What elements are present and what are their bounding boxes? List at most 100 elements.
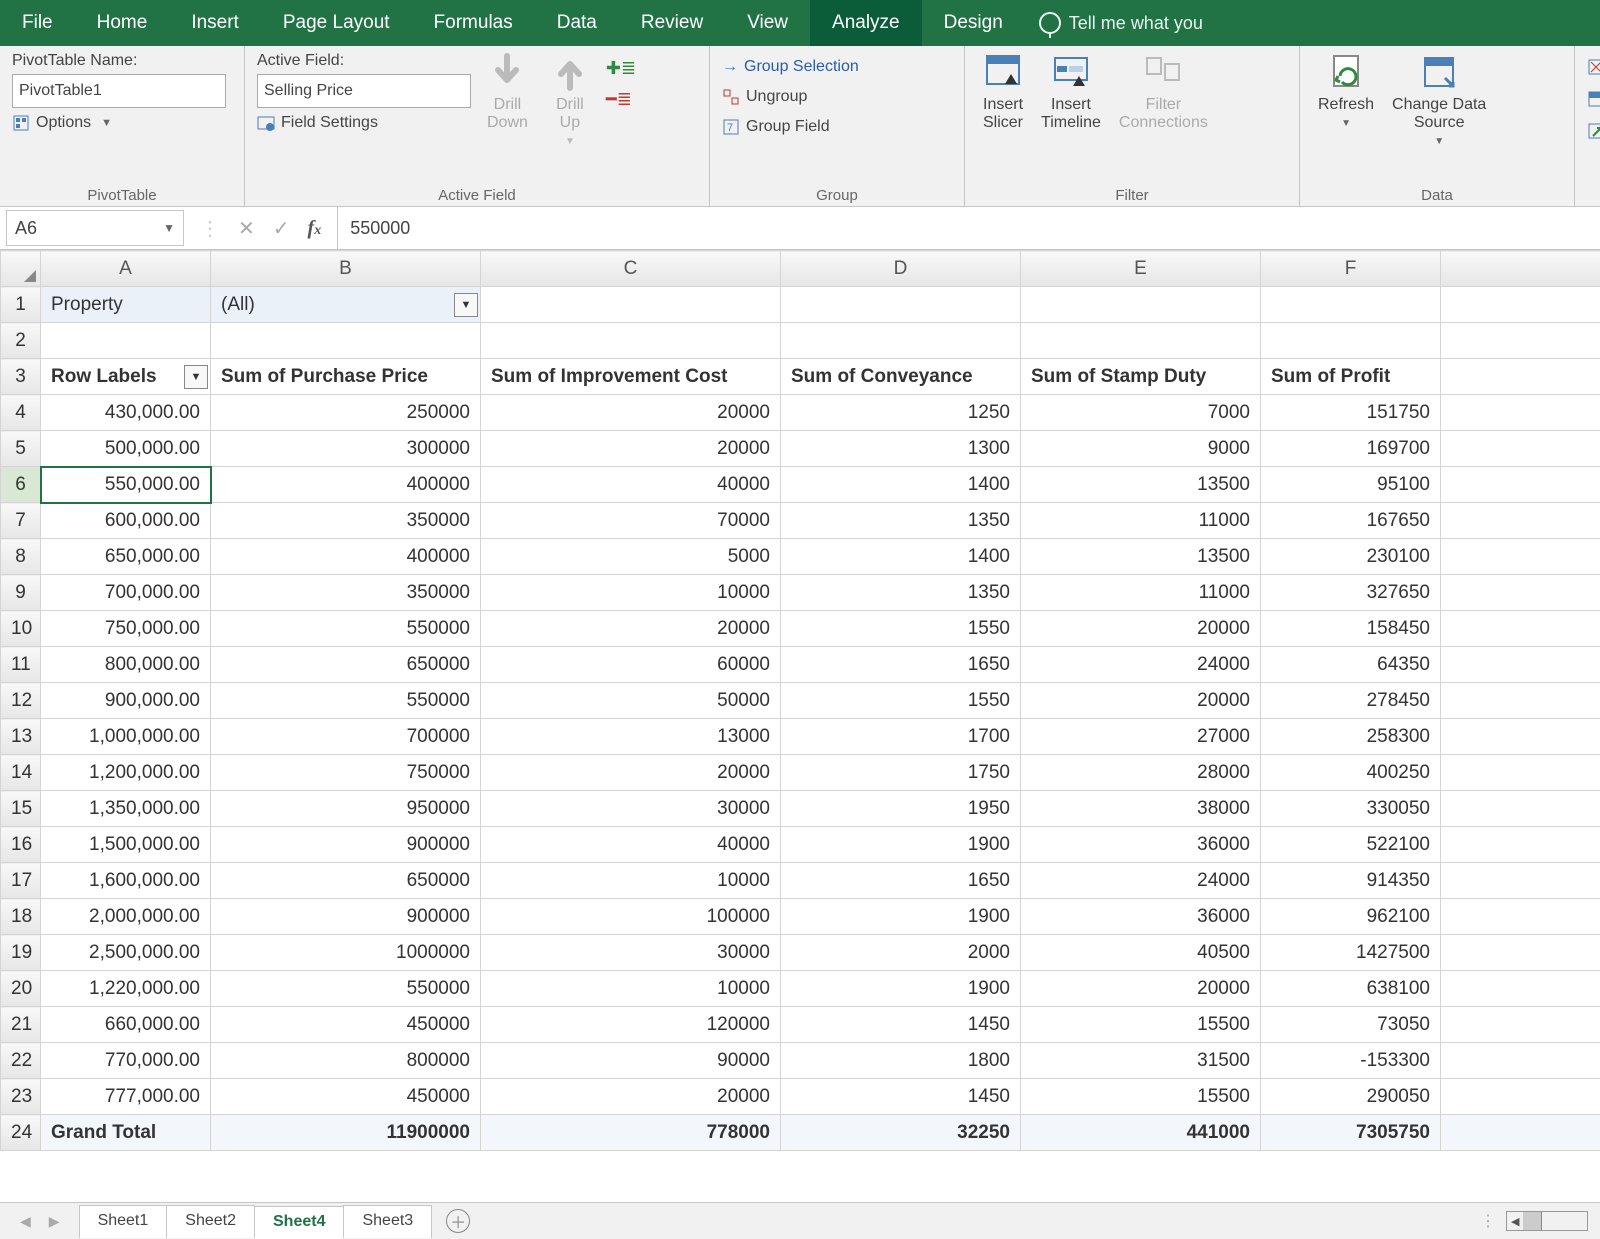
chevron-down-icon[interactable]: ▼	[163, 221, 175, 235]
tab-design[interactable]: Design	[922, 0, 1025, 46]
cell-F23[interactable]: 290050	[1261, 1079, 1441, 1115]
cell[interactable]	[1261, 287, 1441, 323]
cell-A21[interactable]: 660,000.00	[41, 1007, 211, 1043]
group-selection-button[interactable]: → Group Selection	[722, 56, 859, 78]
cell-C16[interactable]: 40000	[481, 827, 781, 863]
cell-B10[interactable]: 550000	[211, 611, 481, 647]
tab-view[interactable]: View	[725, 0, 810, 46]
select-all-corner[interactable]	[1, 251, 41, 287]
cell-E15[interactable]: 38000	[1021, 791, 1261, 827]
cell-F5[interactable]: 169700	[1261, 431, 1441, 467]
column-header-B[interactable]: B	[211, 251, 481, 287]
grand-total-f[interactable]: 7305750	[1261, 1115, 1441, 1151]
formula-input[interactable]: 550000	[338, 207, 1600, 249]
cell-D6[interactable]: 1400	[781, 467, 1021, 503]
cell-D18[interactable]: 1900	[781, 899, 1021, 935]
cell-B4[interactable]: 250000	[211, 395, 481, 431]
cell-E16[interactable]: 36000	[1021, 827, 1261, 863]
cell-B17[interactable]: 650000	[211, 863, 481, 899]
ungroup-button[interactable]: Ungroup	[722, 86, 807, 108]
cell-D22[interactable]: 1800	[781, 1043, 1021, 1079]
scroll-left-icon[interactable]: ◀	[1507, 1215, 1523, 1228]
cell-D19[interactable]: 2000	[781, 935, 1021, 971]
column-header-F[interactable]: F	[1261, 251, 1441, 287]
cell[interactable]	[781, 287, 1021, 323]
cell[interactable]	[1021, 287, 1261, 323]
cell-C19[interactable]: 30000	[481, 935, 781, 971]
cell-B9[interactable]: 350000	[211, 575, 481, 611]
grand-total-e[interactable]: 441000	[1021, 1115, 1261, 1151]
cell-E14[interactable]: 28000	[1021, 755, 1261, 791]
sheet-tab-Sheet3[interactable]: Sheet3	[343, 1205, 432, 1238]
tab-data[interactable]: Data	[535, 0, 619, 46]
cell-B6[interactable]: 400000	[211, 467, 481, 503]
cell-B5[interactable]: 300000	[211, 431, 481, 467]
cell-F15[interactable]: 330050	[1261, 791, 1441, 827]
cell-A11[interactable]: 800,000.00	[41, 647, 211, 683]
pivot-col-header[interactable]: Sum of Improvement Cost	[481, 359, 781, 395]
cell-B11[interactable]: 650000	[211, 647, 481, 683]
cell-C9[interactable]: 10000	[481, 575, 781, 611]
cell-E17[interactable]: 24000	[1021, 863, 1261, 899]
cell-F22[interactable]: -153300	[1261, 1043, 1441, 1079]
cell-B18[interactable]: 900000	[211, 899, 481, 935]
cell-C21[interactable]: 120000	[481, 1007, 781, 1043]
cell-D17[interactable]: 1650	[781, 863, 1021, 899]
row-header-23[interactable]: 23	[1, 1079, 41, 1115]
cell[interactable]	[481, 323, 781, 359]
tab-page-layout[interactable]: Page Layout	[261, 0, 412, 46]
nav-next-icon[interactable]: ▶	[49, 1213, 60, 1230]
cell-D21[interactable]: 1450	[781, 1007, 1021, 1043]
cell-D10[interactable]: 1550	[781, 611, 1021, 647]
row-header-12[interactable]: 12	[1, 683, 41, 719]
grand-total-c[interactable]: 778000	[481, 1115, 781, 1151]
cell-A23[interactable]: 777,000.00	[41, 1079, 211, 1115]
add-sheet-button[interactable]: ＋	[446, 1209, 470, 1233]
cell-B19[interactable]: 1000000	[211, 935, 481, 971]
cell-F19[interactable]: 1427500	[1261, 935, 1441, 971]
cell-F10[interactable]: 158450	[1261, 611, 1441, 647]
change-data-source-button[interactable]: Change Data Source ▼	[1386, 52, 1492, 147]
expand-field-icon[interactable]: ✚≣	[606, 58, 636, 79]
tab-formulas[interactable]: Formulas	[412, 0, 535, 46]
cell-B12[interactable]: 550000	[211, 683, 481, 719]
cell-B15[interactable]: 950000	[211, 791, 481, 827]
cell[interactable]	[41, 323, 211, 359]
cell-C7[interactable]: 70000	[481, 503, 781, 539]
cell-B8[interactable]: 400000	[211, 539, 481, 575]
row-header-7[interactable]: 7	[1, 503, 41, 539]
row-header-22[interactable]: 22	[1, 1043, 41, 1079]
clear-button[interactable]: Cl	[1587, 56, 1600, 78]
cell-E20[interactable]: 20000	[1021, 971, 1261, 1007]
cell-C4[interactable]: 20000	[481, 395, 781, 431]
cell-F18[interactable]: 962100	[1261, 899, 1441, 935]
column-header-D[interactable]: D	[781, 251, 1021, 287]
filter-connections-button[interactable]: Filter Connections	[1113, 52, 1214, 132]
row-header-24[interactable]: 24	[1, 1115, 41, 1151]
cell[interactable]	[781, 323, 1021, 359]
cell-B13[interactable]: 700000	[211, 719, 481, 755]
row-header-16[interactable]: 16	[1, 827, 41, 863]
cell-A17[interactable]: 1,600,000.00	[41, 863, 211, 899]
cell-A20[interactable]: 1,220,000.00	[41, 971, 211, 1007]
cell-E18[interactable]: 36000	[1021, 899, 1261, 935]
cell-B7[interactable]: 350000	[211, 503, 481, 539]
column-header-A[interactable]: A	[41, 251, 211, 287]
cell-E4[interactable]: 7000	[1021, 395, 1261, 431]
cell-F17[interactable]: 914350	[1261, 863, 1441, 899]
cell-D13[interactable]: 1700	[781, 719, 1021, 755]
row-header-9[interactable]: 9	[1, 575, 41, 611]
cell-B21[interactable]: 450000	[211, 1007, 481, 1043]
pivottable-options-button[interactable]: Options ▼	[12, 112, 112, 134]
cell-A22[interactable]: 770,000.00	[41, 1043, 211, 1079]
accept-formula-button[interactable]: ✓	[273, 216, 290, 241]
cell-E10[interactable]: 20000	[1021, 611, 1261, 647]
cell-F16[interactable]: 522100	[1261, 827, 1441, 863]
grand-total-d[interactable]: 32250	[781, 1115, 1021, 1151]
grand-total-b[interactable]: 11900000	[211, 1115, 481, 1151]
row-header-3[interactable]: 3	[1, 359, 41, 395]
cell-F20[interactable]: 638100	[1261, 971, 1441, 1007]
cell-D14[interactable]: 1750	[781, 755, 1021, 791]
cell-A13[interactable]: 1,000,000.00	[41, 719, 211, 755]
active-field-input[interactable]: Selling Price	[257, 74, 471, 108]
